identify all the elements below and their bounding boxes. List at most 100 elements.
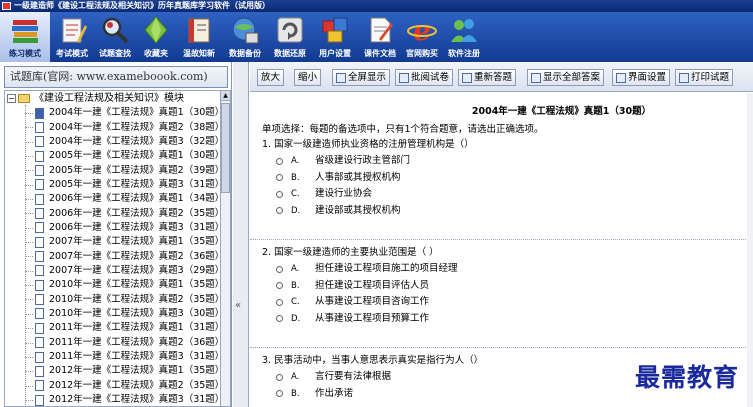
panel-splitter[interactable]: « bbox=[233, 62, 249, 407]
tree-item[interactable]: 2007年一建《工程法规》真题3（29题） bbox=[5, 264, 220, 278]
radio-button[interactable] bbox=[276, 157, 283, 165]
tree-item[interactable]: 2012年一建《工程法规》真题3（31题） bbox=[5, 393, 220, 406]
question-1: 1. 国家一级建造师执业资格的注册管理机构是（） A. 省级建设行政主管部门 B.… bbox=[262, 137, 474, 219]
question-3: 3. 民事活动中，当事人意思表示真实是指行为人（） A. 言行要有法律根据 B. 作… bbox=[262, 353, 483, 402]
radio-button[interactable] bbox=[276, 315, 283, 323]
tree-item-label: 2010年一建《工程法规》真题2（35题） bbox=[49, 293, 220, 305]
tree-item[interactable]: 2011年一建《工程法规》真题1（31题） bbox=[5, 321, 220, 335]
question-stem: 2. 国家一级建造师的主要执业范围是（ ） bbox=[262, 247, 439, 258]
tree-root[interactable]: − 《建设工程法规及相关知识》模块 bbox=[5, 91, 220, 106]
question-scrollbar[interactable] bbox=[747, 93, 753, 407]
tree-item[interactable]: 2011年一建《工程法规》真题2（36题） bbox=[5, 336, 220, 350]
radio-button[interactable] bbox=[276, 174, 283, 182]
tree-item[interactable]: 2005年一建《工程法规》真题1（30题） bbox=[5, 149, 220, 163]
collapse-left-icon[interactable]: « bbox=[235, 300, 241, 311]
main-toolbar: 练习模式 考试模式 试题查找 收藏夹 温故知新 数据备份 数据还原 用户设置 课… bbox=[0, 12, 753, 62]
document-icon bbox=[35, 222, 44, 234]
toolbar-favorites[interactable]: 收藏夹 bbox=[136, 12, 176, 62]
users-icon bbox=[449, 15, 479, 45]
toolbar-practice-mode[interactable]: 练习模式 bbox=[0, 12, 50, 62]
radio-button[interactable] bbox=[276, 282, 283, 290]
ui-settings-button[interactable]: 界面设置 bbox=[612, 69, 671, 86]
option-c[interactable]: C. 建设行业协会 bbox=[262, 186, 474, 203]
option-a[interactable]: A. 担任建设工程项目施工的项目经理 bbox=[262, 261, 458, 278]
option-b[interactable]: B. 作出承诺 bbox=[262, 386, 483, 403]
tree-item-label: 2005年一建《工程法规》真题2（39题） bbox=[49, 164, 220, 176]
toolbar-software-register[interactable]: 软件注册 bbox=[442, 12, 486, 62]
tree-root-label: 《建设工程法规及相关知识》模块 bbox=[34, 93, 184, 104]
instruction-text: 单项选择：每题的备选项中，只有1个符合题意，请选出正确选项。 bbox=[262, 124, 544, 135]
question-stem: 3. 民事活动中，当事人意思表示真实是指行为人（） bbox=[262, 355, 484, 366]
option-d[interactable]: D. 从事建设工程项目预算工作 bbox=[262, 311, 458, 328]
grade-paper-button[interactable]: 批阅试卷 bbox=[395, 69, 454, 86]
tree-item[interactable]: 2007年一建《工程法规》真题2（36题） bbox=[5, 249, 220, 263]
radio-button[interactable] bbox=[276, 373, 283, 381]
tree-item-label: 2007年一建《工程法规》真题2（36题） bbox=[49, 250, 220, 262]
toolbar-exam-mode[interactable]: 考试模式 bbox=[50, 12, 94, 62]
radio-button[interactable] bbox=[276, 207, 283, 215]
document-icon bbox=[35, 193, 44, 205]
tree-item[interactable]: 2005年一建《工程法规》真题3（31题） bbox=[5, 178, 220, 192]
tree-item-label: 2011年一建《工程法规》真题3（31题） bbox=[49, 351, 220, 363]
books-icon bbox=[10, 15, 40, 45]
option-a[interactable]: A. 言行要有法律根据 bbox=[262, 369, 483, 386]
show-all-answers-button[interactable]: 显示全部答案 bbox=[527, 69, 605, 86]
option-d[interactable]: D. 建设部或其授权机构 bbox=[262, 203, 474, 220]
toolbar-data-restore[interactable]: 数据还原 bbox=[268, 12, 312, 62]
toolbar-question-search[interactable]: 试题查找 bbox=[94, 12, 136, 62]
tree-item-label: 2005年一建《工程法规》真题3（31题） bbox=[49, 178, 220, 190]
document-icon bbox=[35, 251, 44, 263]
radio-button[interactable] bbox=[276, 265, 283, 273]
scroll-thumb[interactable] bbox=[221, 103, 230, 193]
zoom-in-button[interactable]: 放大 bbox=[257, 69, 285, 86]
document-icon bbox=[35, 394, 44, 406]
tree-item[interactable]: 2004年一建《工程法规》真题3（32题） bbox=[5, 135, 220, 149]
toolbar-official-purchase[interactable]: e 官网购买 bbox=[402, 12, 442, 62]
fullscreen-icon bbox=[336, 72, 346, 83]
tree-item[interactable]: 2004年一建《工程法规》真题1（30题） bbox=[5, 106, 220, 120]
tree-item[interactable]: 2006年一建《工程法规》真题3（31题） bbox=[5, 221, 220, 235]
option-c[interactable]: C. 从事建设工程项目咨询工作 bbox=[262, 294, 458, 311]
document-icon bbox=[35, 308, 44, 320]
title-bar: 一级建造师《建设工程法规及相关知识》历年真题库学习软件（试用版） bbox=[0, 0, 753, 12]
radio-button[interactable] bbox=[276, 390, 283, 398]
zoom-out-button[interactable]: 缩小 bbox=[294, 69, 322, 86]
tree-item[interactable]: 2010年一建《工程法规》真题3（30题） bbox=[5, 307, 220, 321]
toolbar-review[interactable]: 温故知新 bbox=[176, 12, 222, 62]
tree-item[interactable]: 2004年一建《工程法规》真题2（38题） bbox=[5, 120, 220, 134]
tree-item[interactable]: 2010年一建《工程法规》真题2（35题） bbox=[5, 292, 220, 306]
tree-item[interactable]: 2011年一建《工程法规》真题3（31题） bbox=[5, 350, 220, 364]
tree-item[interactable]: 2010年一建《工程法规》真题1（35题） bbox=[5, 278, 220, 292]
refresh-icon bbox=[275, 15, 305, 45]
toolbar-data-backup[interactable]: 数据备份 bbox=[222, 12, 268, 62]
tree-scrollbar[interactable]: ▲ bbox=[220, 90, 231, 407]
tree-item-label: 2010年一建《工程法规》真题1（35题） bbox=[49, 279, 220, 291]
tree-item[interactable]: 2012年一建《工程法规》真题2（35题） bbox=[5, 379, 220, 393]
tree-item-label: 2006年一建《工程法规》真题1（34题） bbox=[49, 193, 220, 205]
tree-item[interactable]: 2005年一建《工程法规》真题2（39题） bbox=[5, 163, 220, 177]
option-a[interactable]: A. 省级建设行政主管部门 bbox=[262, 153, 474, 170]
toolbar-courseware[interactable]: 课件文档 bbox=[358, 12, 402, 62]
question-2: 2. 国家一级建造师的主要执业范围是（ ） A. 担任建设工程项目施工的项目经理 … bbox=[262, 245, 458, 327]
paper-title: 2004年一建《工程法规》真题1（30题） bbox=[471, 106, 652, 117]
fullscreen-button[interactable]: 全屏显示 bbox=[332, 69, 391, 86]
radio-button[interactable] bbox=[276, 298, 283, 306]
print-questions-button[interactable]: 打印试题 bbox=[675, 69, 734, 86]
collapse-icon[interactable]: − bbox=[7, 94, 16, 103]
option-b[interactable]: B. 人事部或其授权机构 bbox=[262, 170, 474, 187]
scroll-up-icon[interactable]: ▲ bbox=[221, 91, 230, 101]
document-icon bbox=[35, 279, 44, 291]
diamond-icon bbox=[141, 15, 171, 45]
tree-item[interactable]: 2006年一建《工程法规》真题1（34题） bbox=[5, 192, 220, 206]
tree-item[interactable]: 2006年一建《工程法规》真题2（35题） bbox=[5, 206, 220, 220]
radio-button[interactable] bbox=[276, 190, 283, 198]
document-icon bbox=[35, 380, 44, 392]
option-b[interactable]: B. 担任建设工程项目评估人员 bbox=[262, 278, 458, 295]
tree-item-label: 2010年一建《工程法规》真题3（30题） bbox=[49, 307, 220, 319]
tree-item[interactable]: 2012年一建《工程法规》真题1（35题） bbox=[5, 364, 220, 378]
grade-icon bbox=[399, 72, 409, 83]
toolbar-user-settings[interactable]: 用户设置 bbox=[312, 12, 358, 62]
document-icon bbox=[35, 150, 44, 162]
tree-item[interactable]: 2007年一建《工程法规》真题1（35题） bbox=[5, 235, 220, 249]
redo-answers-button[interactable]: 重新答题 bbox=[458, 69, 517, 86]
